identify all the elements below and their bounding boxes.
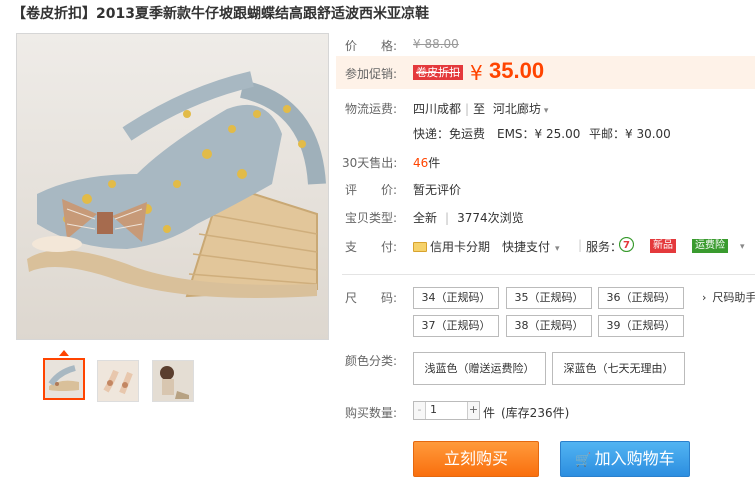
section-divider (342, 274, 755, 275)
color-label: 颜色分类: (345, 354, 398, 368)
quantity-unit: 件 (483, 406, 496, 420)
credit-card-icon (413, 242, 427, 252)
shipping-separator: | (465, 102, 470, 116)
add-to-cart-label: 加入购物车 (594, 449, 675, 468)
sales-label: 30天售出: (342, 156, 398, 170)
rating-label: 评 价: (345, 183, 398, 197)
chevron-down-icon: ▾ (543, 106, 549, 116)
thumbnail-2[interactable] (97, 360, 139, 402)
sandal-illustration (17, 34, 328, 339)
thumbnail-sandal-image (45, 360, 83, 398)
quantity-decrease-button[interactable]: - (414, 402, 426, 419)
service-label: 服务： (586, 240, 623, 254)
original-price: ¥ 88.00 (413, 37, 459, 51)
size-option-35[interactable]: 35（正规码） (506, 287, 592, 309)
thumbnail-feet-image (98, 361, 138, 401)
credit-card-installment[interactable]: 信用卡分期 (413, 238, 490, 255)
shipping-route: 四川成都 | 至 河北廊坊 ▾ (413, 100, 548, 117)
product-main-image[interactable] (16, 33, 329, 340)
shipping-label: 物流运费: (345, 102, 398, 116)
size-option-36[interactable]: 36（正规码） (598, 287, 684, 309)
stock-info: (库存236件) (501, 406, 570, 420)
payment-label: 支 付: (345, 240, 398, 254)
add-to-cart-button[interactable]: 🛒 加入购物车 (560, 441, 690, 477)
shipping-to-prefix: 至 (473, 102, 486, 116)
shipping-express: 快递：免运费 (413, 127, 486, 141)
product-title: 【卷皮折扣】2013夏季新款牛仔坡跟蝴蝶结高跟舒适波西米亚凉鞋 (12, 6, 429, 22)
promo-badge: 卷皮折扣 (413, 65, 463, 80)
shipping-destination: 河北廊坊 (492, 102, 541, 116)
color-option-dark-blue[interactable]: 深蓝色（七天无理由） (552, 352, 685, 385)
item-type-label: 宝贝类型: (345, 211, 398, 225)
quantity-increase-button[interactable]: + (467, 402, 479, 419)
size-helper-label: 尺码助手 (712, 291, 755, 304)
shipping-ems: EMS：¥ 25.00 (497, 127, 581, 141)
quantity-label: 购买数量: (345, 406, 398, 420)
promo-band (336, 56, 755, 89)
item-type-separator: | (445, 211, 450, 225)
quantity-stepper: - 1 + (413, 401, 480, 420)
shipping-insurance-tag[interactable]: 运费险 (692, 239, 728, 253)
quick-pay-select[interactable]: 快捷支付 ▾ (502, 238, 560, 255)
promo-label: 参加促销: (345, 67, 398, 81)
sales-unit: 件 (428, 156, 441, 170)
seven-day-return-icon[interactable]: 7 (619, 237, 634, 252)
shipping-from: 四川成都 (413, 102, 462, 116)
size-label: 尺 码: (345, 291, 398, 305)
size-option-34[interactable]: 34（正规码） (413, 287, 499, 309)
thumbnail-3[interactable] (152, 360, 194, 402)
size-helper-link[interactable]: › 尺码助手 (702, 289, 755, 305)
shipping-mail: 平邮：¥ 30.00 (589, 127, 671, 141)
sales-count: 46 (413, 156, 429, 170)
thumbnail-pointer (59, 350, 69, 356)
item-condition: 全新 (413, 211, 438, 225)
thumbnail-1[interactable] (43, 358, 85, 400)
size-option-38[interactable]: 38（正规码） (506, 315, 592, 337)
size-option-37[interactable]: 37（正规码） (413, 315, 499, 337)
chevron-right-icon: › (702, 291, 707, 304)
payment-divider: | (578, 238, 583, 252)
color-option-light-blue[interactable]: 浅蓝色（赠送运费险） (413, 352, 546, 385)
size-option-39[interactable]: 39（正规码） (598, 315, 684, 337)
quick-pay-label: 快捷支付 (502, 240, 551, 254)
credit-card-label: 信用卡分期 (430, 240, 491, 254)
sales-value: 46件 (413, 154, 440, 171)
currency-symbol: ¥ (470, 61, 483, 85)
view-count: 3774次浏览 (457, 211, 524, 225)
svg-text:7: 7 (623, 240, 630, 251)
shipping-destination-select[interactable]: 河北廊坊 ▾ (493, 102, 549, 116)
cart-icon: 🛒 (575, 453, 592, 468)
quantity-input[interactable]: 1 (430, 403, 437, 416)
buy-now-button[interactable]: 立刻购买 (413, 441, 539, 477)
item-type-row: 全新 | 3774次浏览 (413, 209, 524, 226)
chevron-down-icon: ▾ (555, 244, 560, 254)
new-item-tag[interactable]: 新品 (650, 239, 676, 253)
price-label: 价 格: (345, 39, 398, 53)
chevron-down-icon: ▾ (740, 242, 745, 252)
thumbnail-model-image (153, 361, 193, 401)
service-more-icon[interactable]: ▾ (737, 238, 745, 252)
rating-value: 暂无评价 (413, 183, 462, 197)
promo-price: 35.00 (489, 58, 545, 83)
